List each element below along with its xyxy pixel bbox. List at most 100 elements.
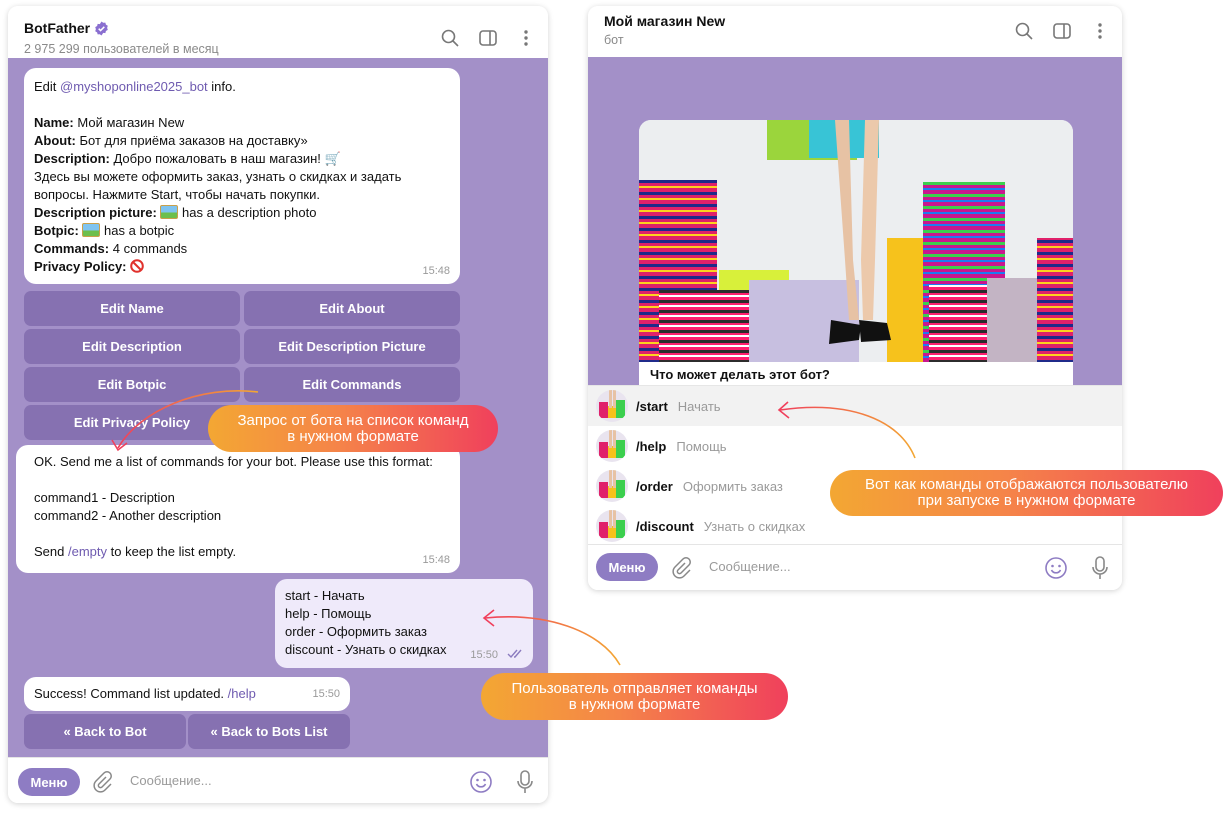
text: Edit [34, 79, 57, 94]
shopping-bags-image [639, 120, 1073, 362]
microphone-icon[interactable] [1090, 555, 1110, 581]
chat-title[interactable]: BotFather [24, 20, 109, 36]
callout-request: Запрос от бота на список команд в нужном… [208, 405, 498, 452]
chat-title[interactable]: Мой магазин New [604, 13, 725, 29]
edit-description-button[interactable]: Edit Description [24, 329, 240, 364]
desc-line: Здесь вы можете оформить заказ, узнать о… [34, 169, 402, 184]
menu-button[interactable]: Меню [18, 768, 80, 796]
bot-intro-card: Что может делать этот бот? [639, 120, 1073, 386]
message-time-text: 15:50 [470, 649, 498, 661]
callout-line: в нужном формате [287, 427, 419, 445]
text: Send [34, 544, 65, 559]
edit-description-picture-button[interactable]: Edit Description Picture [244, 329, 460, 364]
label: Name: [34, 115, 74, 130]
value: Добро пожаловать в наш магазин! [113, 151, 321, 166]
callout-line: Запрос от бота на список команд [237, 411, 469, 429]
text: Success! Command list updated. [34, 686, 225, 701]
message-time: 15:50 [470, 646, 525, 664]
message-line: order - Оформить заказ [285, 624, 427, 639]
label: Botpic: [34, 223, 79, 238]
callout-line: Пользователь отправляет команды [511, 679, 758, 697]
bot-avatar [596, 470, 628, 502]
callout-line: Вот как команды отображаются пользовател… [865, 476, 1188, 493]
command-item[interactable]: /start Начать [588, 386, 1122, 426]
chat-subtitle: бот [604, 33, 624, 47]
message-input-bar: Меню Сообщение... [8, 757, 548, 803]
picture-icon [160, 205, 179, 219]
label: Privacy Policy: [34, 259, 127, 274]
cart-icon: 🛒 [324, 151, 341, 166]
help-command-link[interactable]: /help [228, 686, 256, 701]
desc-line: вопросы. Нажмите Start, чтобы начать пок… [34, 187, 320, 202]
chat-header: BotFather 2 975 299 пользователей в меся… [8, 6, 548, 58]
back-to-bots-list-button[interactable]: « Back to Bots List [188, 714, 350, 749]
text: to keep the list empty. [110, 544, 237, 559]
bot-avatar [596, 510, 628, 542]
value: has a description photo [182, 205, 317, 220]
edit-commands-button[interactable]: Edit Commands [244, 367, 460, 402]
callout-user-sends: Пользователь отправляет команды в нужном… [481, 673, 788, 720]
command-name: /start [636, 398, 668, 414]
emoji-icon[interactable] [469, 770, 493, 794]
bot-handle-link[interactable]: @myshoponline2025_bot [60, 79, 208, 94]
microphone-icon[interactable] [515, 769, 535, 795]
command-item[interactable]: /help Помощь [588, 426, 1122, 466]
attach-icon[interactable] [671, 557, 691, 579]
chat-subtitle: 2 975 299 пользователей в месяц [24, 42, 219, 56]
chat-title-text: BotFather [24, 20, 91, 36]
picture-icon [82, 223, 101, 237]
menu-button[interactable]: Меню [596, 553, 658, 581]
value: 4 commands [112, 241, 188, 256]
label: Description picture: [34, 205, 157, 220]
attach-icon[interactable] [92, 771, 112, 793]
label: Description: [34, 151, 110, 166]
command-suggestions: /start Начать /help Помощь /order Оформи… [588, 385, 1122, 546]
callout-display: Вот как команды отображаются пользовател… [830, 470, 1223, 516]
more-options-icon[interactable] [516, 28, 536, 48]
command-description: Начать [677, 398, 721, 414]
sidebar-toggle-icon[interactable] [1052, 21, 1072, 41]
label: Commands: [34, 241, 110, 256]
double-check-icon [507, 649, 522, 659]
command-description: Узнать о скидках [703, 518, 806, 534]
message-time: 15:48 [422, 554, 450, 566]
message-line: command2 - Another description [34, 508, 222, 523]
edit-about-button[interactable]: Edit About [244, 291, 460, 326]
search-icon[interactable] [1014, 21, 1034, 41]
value: Мой магазин New [77, 115, 185, 130]
message-input[interactable]: Сообщение... [709, 559, 791, 574]
message-input-bar: Меню Сообщение... [588, 544, 1122, 590]
bot-format-message: OK. Send me a list of commands for your … [16, 445, 460, 573]
value: Бот для приёма заказов на доставку» [79, 133, 308, 148]
command-name: /order [636, 478, 673, 494]
callout-line: в нужном формате [568, 695, 701, 713]
chat-area: Что может делать этот бот? [588, 57, 1122, 386]
sidebar-toggle-icon[interactable] [478, 28, 498, 48]
chat-header: Мой магазин New бот [588, 6, 1122, 57]
verified-icon [95, 20, 108, 36]
callout-line: при запуске в нужном формате [917, 492, 1136, 509]
bot-info-message: Edit @myshoponline2025_bot info. Name: М… [24, 68, 460, 284]
edit-botpic-button[interactable]: Edit Botpic [24, 367, 240, 402]
message-line: help - Помощь [285, 606, 372, 621]
user-commands-message: start - Начать help - Помощь order - Офо… [275, 579, 533, 668]
message-input[interactable]: Сообщение... [130, 773, 212, 788]
prohibited-icon [130, 259, 144, 274]
search-icon[interactable] [440, 28, 460, 48]
edit-name-button[interactable]: Edit Name [24, 291, 240, 326]
text: info. [211, 79, 236, 94]
message-line: command1 - Description [34, 490, 175, 505]
label: About: [34, 133, 76, 148]
message-time: 15:50 [312, 688, 340, 700]
command-description: Оформить заказ [682, 478, 783, 494]
emoji-icon[interactable] [1044, 556, 1068, 580]
command-description: Помощь [676, 438, 727, 454]
card-caption: Что может делать этот бот? [650, 367, 830, 382]
success-message: Success! Command list updated. /help 15:… [24, 677, 350, 711]
empty-command-link[interactable]: /empty [68, 544, 107, 559]
more-options-icon[interactable] [1090, 21, 1110, 41]
command-name: /discount [636, 518, 694, 534]
message-line: OK. Send me a list of commands for your … [34, 454, 433, 469]
value: has a botpic [104, 223, 175, 238]
back-to-bot-button[interactable]: « Back to Bot [24, 714, 186, 749]
